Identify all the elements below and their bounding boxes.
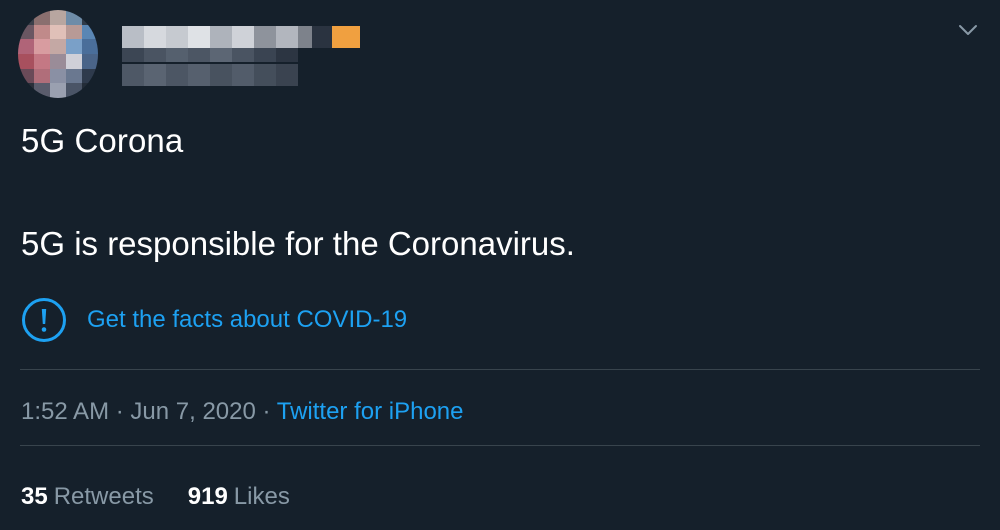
tweet-card: 5G Corona 5G is responsible for the Coro… <box>0 0 1000 530</box>
tweet-source[interactable]: Twitter for iPhone <box>277 398 464 425</box>
tweet-text-line-1: 5G Corona <box>21 122 184 159</box>
retweets-stat[interactable]: 35 Retweets <box>21 481 154 513</box>
divider <box>20 369 980 370</box>
likes-label: Likes <box>233 483 290 510</box>
user-name-handle[interactable] <box>112 14 372 92</box>
likes-stat[interactable]: 919 Likes <box>188 481 290 513</box>
tweet-metadata: 1:52 AM · Jun 7, 2020 · Twitter for iPho… <box>21 396 464 428</box>
meta-separator: · <box>262 398 271 425</box>
likes-count: 919 <box>187 483 228 510</box>
tweet-stats: 35 Retweets 919 Likes <box>21 481 324 513</box>
retweets-label: Retweets <box>53 483 154 510</box>
tweet-time[interactable]: 1:52 AM <box>21 398 109 425</box>
exclamation-circle-icon <box>22 298 66 342</box>
tweet-text-line-2: 5G is responsible for the Coronavirus. <box>21 225 575 262</box>
retweets-count: 35 <box>21 483 48 510</box>
divider <box>20 445 980 446</box>
covid-facts-label: Get the facts about COVID-19 <box>87 306 408 333</box>
tweet-date[interactable]: Jun 7, 2020 <box>130 398 255 425</box>
chevron-down-icon[interactable] <box>956 18 980 42</box>
covid-facts-link[interactable]: Get the facts about COVID-19 <box>21 297 407 343</box>
meta-separator: · <box>115 398 124 425</box>
avatar[interactable] <box>18 10 98 98</box>
